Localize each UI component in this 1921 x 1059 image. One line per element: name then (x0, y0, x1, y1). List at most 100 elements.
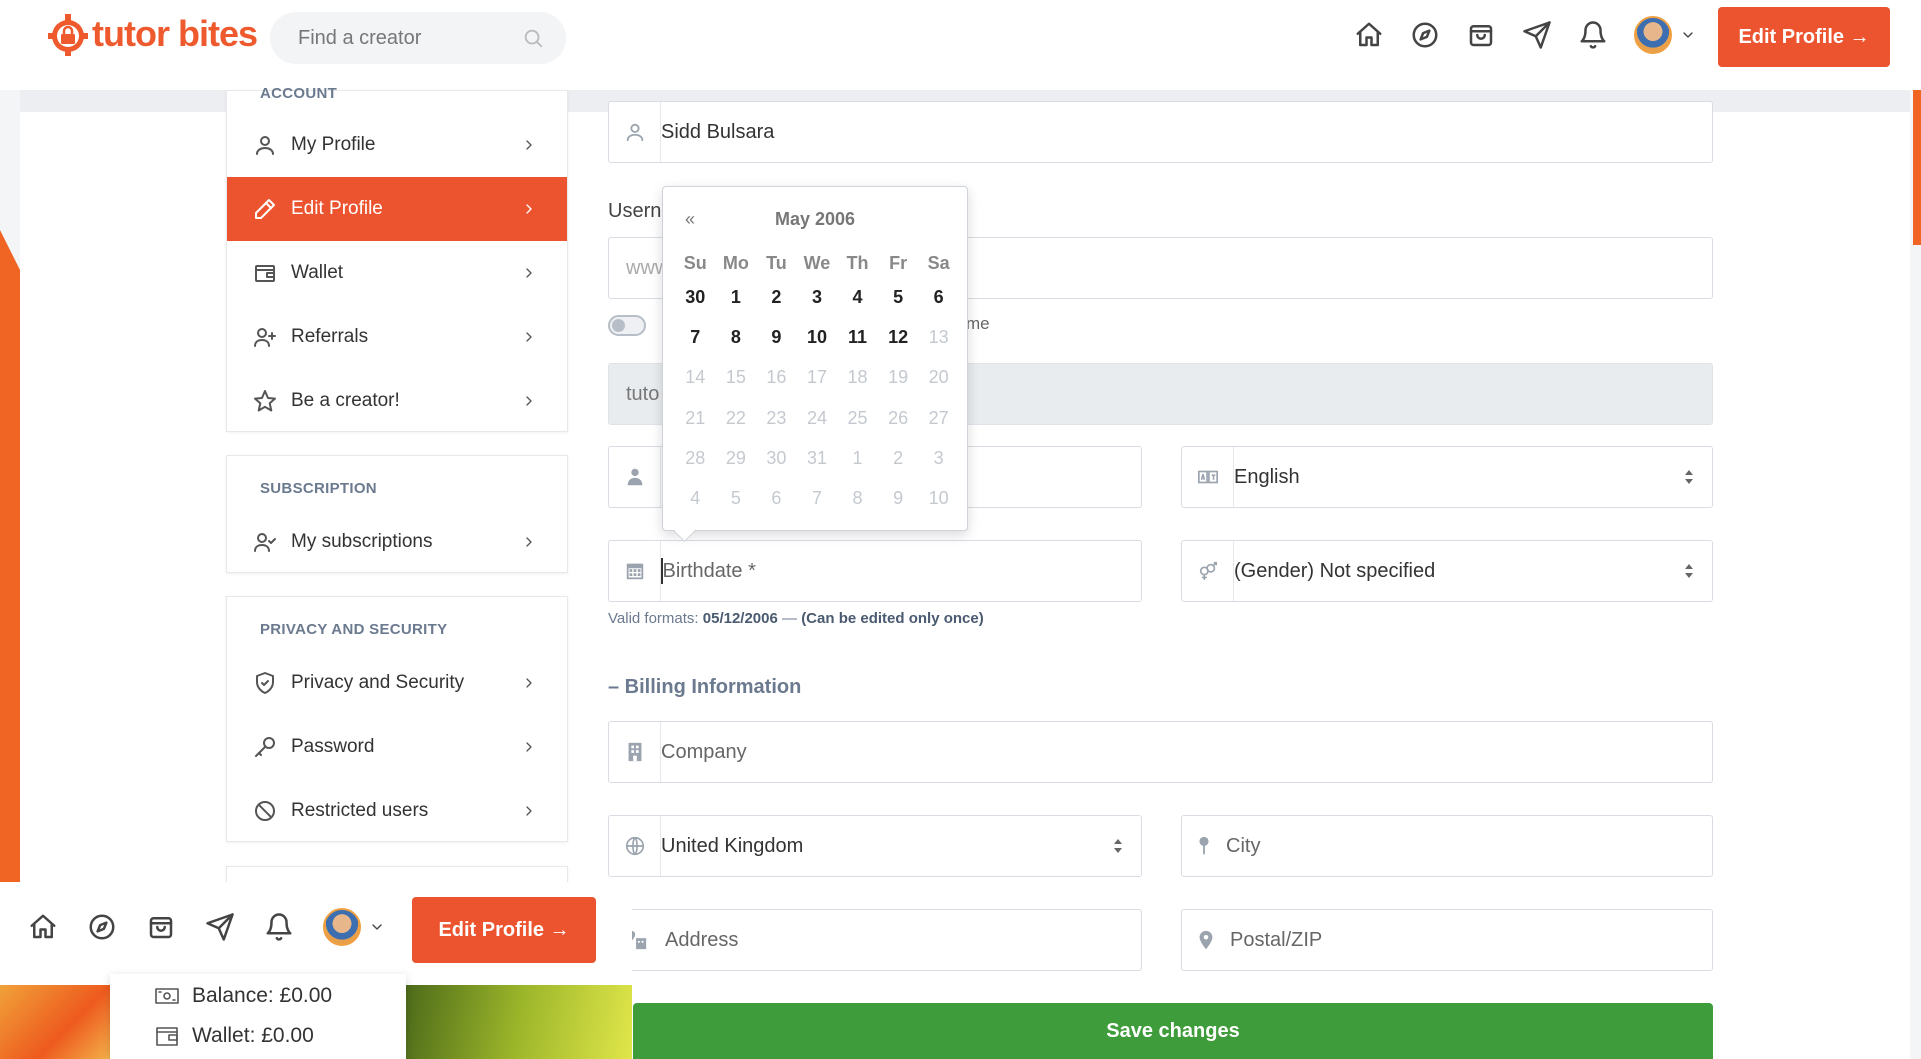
datepicker-day: 1 (852, 447, 863, 468)
datepicker-week-row: 28 29 30 31 1 2 3 (675, 438, 959, 478)
address-field[interactable]: Address (608, 909, 1142, 971)
datepicker-day: 28 (685, 447, 706, 468)
chevron-down-icon[interactable] (1680, 27, 1696, 43)
datepicker-popup: May 2006 « Su Mo Tu We Th Fr Sa 30 1 2 3 4 5 6 7 8 9 10 11… (662, 186, 968, 531)
gender-icon (1199, 561, 1217, 581)
datepicker-day[interactable]: 12 (878, 327, 919, 348)
name-field[interactable]: Sidd Bulsara (608, 101, 1713, 163)
search-icon[interactable] (522, 27, 544, 49)
datepicker-day: 15 (725, 367, 746, 388)
wallet-row[interactable]: Wallet: £0.00 (154, 1024, 314, 1048)
city-field[interactable]: City (1181, 815, 1713, 877)
wallet-text: Wallet: £0.00 (192, 1024, 314, 1047)
bell-icon[interactable] (264, 912, 294, 942)
hint-prefix: Valid formats: (608, 610, 699, 627)
send-icon[interactable] (1522, 20, 1552, 50)
language-select[interactable]: English (1181, 446, 1713, 508)
datepicker-day[interactable]: 11 (837, 327, 878, 348)
wallet-icon (255, 265, 275, 282)
city-placeholder: City (1226, 834, 1261, 857)
chevron-right-icon (526, 742, 532, 752)
compass-icon[interactable] (87, 912, 117, 942)
datepicker-day[interactable]: 2 (756, 287, 797, 308)
datepicker-day: 10 (928, 488, 949, 509)
decorative-orange-stripe (0, 230, 20, 890)
datepicker-week-row: 7 8 9 10 11 12 13 (675, 317, 959, 357)
ban-icon (255, 801, 275, 821)
datepicker-day[interactable]: 7 (675, 327, 716, 348)
sidebar-item-privacy-and-security[interactable]: Privacy and Security (227, 651, 567, 715)
datepicker-day: 16 (766, 367, 787, 388)
sidebar-item-label: Edit Profile (291, 198, 383, 219)
datepicker-weekday: Th (846, 252, 869, 273)
sidebar-item-my-profile[interactable]: My Profile (227, 113, 567, 177)
datepicker-day[interactable]: 5 (878, 287, 919, 308)
sidebar-subscription-card: SUBSCRIPTION My subscriptions (226, 455, 568, 573)
datepicker-day[interactable]: 8 (716, 327, 757, 348)
company-field[interactable]: Company (608, 721, 1713, 783)
sidebar-account-card: ACCOUNT My Profile Edit Profile Wallet R… (226, 85, 568, 433)
country-select[interactable]: United Kingdom (608, 815, 1142, 877)
wallet-icon (156, 1027, 178, 1046)
search-input[interactable] (298, 26, 522, 50)
datepicker-day[interactable]: 9 (756, 327, 797, 348)
avatar[interactable] (323, 908, 361, 946)
datepicker-day: 25 (847, 407, 868, 428)
user-icon (626, 123, 643, 142)
edit-profile-button[interactable]: Edit Profile → (412, 897, 596, 963)
home-icon[interactable] (1354, 20, 1384, 50)
datepicker-day[interactable]: 3 (797, 287, 838, 308)
gender-select[interactable]: (Gender) Not specified (1181, 540, 1713, 602)
balance-row[interactable]: Balance: £0.00 (154, 984, 332, 1008)
datepicker-day[interactable]: 4 (837, 287, 878, 308)
datepicker-day: 24 (806, 407, 827, 428)
sidebar-item-referrals[interactable]: Referrals (227, 305, 567, 369)
sidebar-item-restricted-users[interactable]: Restricted users (227, 779, 567, 843)
datepicker-day: 22 (725, 407, 746, 428)
logo-lock-icon (48, 14, 88, 56)
search-bar[interactable] (270, 12, 566, 64)
visibility-toggle[interactable] (608, 315, 646, 336)
datepicker-day[interactable]: 6 (918, 287, 959, 308)
datepicker-week-row: 4 5 6 7 8 9 10 (675, 478, 959, 518)
datepicker-day: 23 (766, 407, 787, 428)
sidebar-item-label: Password (291, 736, 375, 757)
avatar[interactable] (1634, 16, 1672, 54)
datepicker-weekday: Sa (927, 252, 950, 273)
datepicker-day[interactable]: 30 (675, 287, 716, 308)
chevron-right-icon (526, 332, 532, 342)
shopping-bag-icon[interactable] (1466, 20, 1496, 50)
building-icon (628, 742, 641, 762)
brand-logo[interactable]: tutor bites (46, 12, 258, 56)
edit-profile-button[interactable]: Edit Profile → (1718, 7, 1890, 67)
sidebar-item-label: Privacy and Security (291, 672, 465, 693)
compass-icon[interactable] (1410, 20, 1440, 50)
chevron-down-icon[interactable] (369, 919, 385, 935)
datepicker-month-title[interactable]: May 2006 (663, 209, 967, 230)
save-changes-button[interactable]: Save changes (633, 1003, 1713, 1059)
chevron-right-icon (526, 678, 532, 688)
key-icon (255, 737, 275, 757)
datepicker-prev-button[interactable]: « (685, 209, 695, 230)
sidebar-item-edit-profile[interactable]: Edit Profile (227, 177, 567, 241)
datepicker-day[interactable]: 1 (716, 287, 757, 308)
sidebar-item-password[interactable]: Password (227, 715, 567, 779)
send-icon[interactable] (205, 912, 235, 942)
edit-profile-button-label: Edit Profile → (1738, 25, 1870, 48)
birthdate-field[interactable]: Birthdate * (608, 540, 1142, 602)
decorative-gradient-left (0, 985, 110, 1059)
postal-field[interactable]: Postal/ZIP (1181, 909, 1713, 971)
sidebar-item-wallet[interactable]: Wallet (227, 241, 567, 305)
username-label: Usern (608, 200, 662, 222)
home-icon[interactable] (28, 912, 58, 942)
sidebar-item-label: Wallet (291, 262, 344, 283)
bell-icon[interactable] (1578, 20, 1608, 50)
shopping-bag-icon[interactable] (146, 912, 176, 942)
datepicker-day[interactable]: 10 (797, 327, 838, 348)
sidebar-item-my-subscriptions[interactable]: My subscriptions (227, 510, 567, 574)
datepicker-weekday-row: Su Mo Tu We Th Fr Sa (675, 249, 959, 277)
user-icon (256, 136, 274, 155)
top-header: tutor bites Edit Profile → (0, 0, 1921, 90)
datepicker-weekday: Fr (889, 252, 908, 273)
sidebar-item-be-a-creator[interactable]: Be a creator! (227, 369, 567, 433)
